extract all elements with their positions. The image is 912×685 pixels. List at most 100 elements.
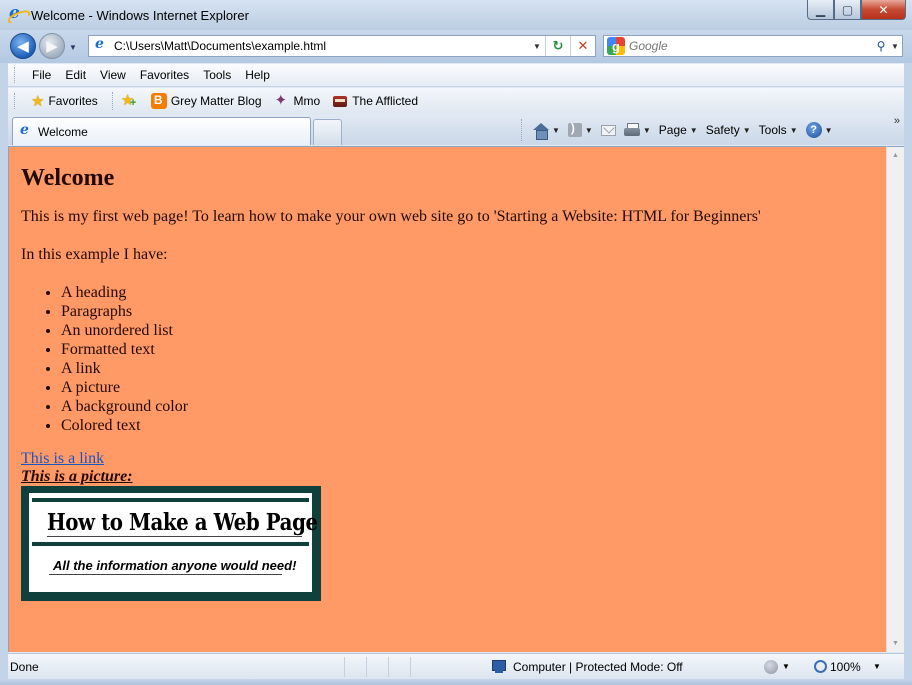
zoom-button[interactable]: 100% [814,660,861,674]
add-to-favorites-bar-icon[interactable]: ★ + [121,92,139,109]
home-button[interactable]: ▼ [533,122,560,140]
print-button[interactable]: ▼ [623,123,651,137]
favorite-link-label: The Afflicted [352,94,419,108]
command-bar-grip[interactable] [521,119,522,141]
search-options-dropdown-icon[interactable]: ▼ [888,42,902,51]
menu-help[interactable]: Help [238,68,277,82]
menu-file[interactable]: File [25,68,58,82]
scroll-track[interactable] [891,164,900,635]
example-paragraph: In this example I have: [21,246,168,263]
menu-bar: File Edit View Favorites Tools Help [8,64,904,87]
favorite-link-mmo[interactable]: Mmo [268,91,327,109]
mail-icon [600,124,616,136]
chevron-down-icon: ▼ [689,125,698,135]
list-item: A picture [61,378,886,397]
toolbar-grip[interactable] [14,67,17,83]
close-button[interactable]: ✕ [861,0,906,20]
read-mail-button[interactable] [600,124,616,136]
minimize-button[interactable]: ▁ [807,0,834,20]
favorite-link-grey-matter-blog[interactable]: Grey Matter Blog [145,93,268,109]
picture-headline: How to Make a Web Page [47,509,318,536]
status-bar: Done Computer | Protected Mode: Off ▼ 10… [8,653,904,679]
title-bar[interactable]: Welcome - Windows Internet Explorer ▁ ▢ … [0,0,912,30]
page-icon [94,36,108,53]
safety-menu-label: Safety [705,123,740,137]
picture-caption: This is a picture: [21,468,133,485]
navigation-bar: ◀ ▶ ▼ C:\Users\Matt\Documents\example.ht… [0,30,912,63]
security-zone-label: Computer | Protected Mode: Off [513,659,683,674]
globe-icon [764,659,778,674]
refresh-button[interactable]: ↻ [545,36,570,56]
help-menu-button[interactable]: ? ▼ [805,122,833,138]
feeds-button[interactable]: ▼ [567,121,593,137]
stop-button[interactable]: ✕ [570,36,595,56]
blogger-icon [150,93,167,109]
vertical-scrollbar[interactable]: ▲ ▼ [886,146,904,652]
menu-tools[interactable]: Tools [196,68,238,82]
favorites-separator [111,92,113,110]
status-divider [344,656,366,677]
favorites-button[interactable]: ★ Favorites [25,92,104,110]
maximize-button[interactable]: ▢ [834,0,861,20]
search-input[interactable] [629,39,874,53]
safety-menu-button[interactable]: Safety ▼ [706,123,751,137]
picture-tagline: All the information anyone would need! [53,558,297,573]
afflicted-icon [332,93,348,109]
window-title: Welcome - Windows Internet Explorer [31,7,249,23]
search-icon[interactable]: ⚲ [874,39,888,53]
page-menu-button[interactable]: Page ▼ [659,123,698,137]
picture-inner: How to Make a Web Page All the informati… [29,493,318,592]
window-left-border [0,63,8,679]
favorites-bar: ★ Favorites ★+ Grey Matter Blog Mmo The … [8,88,904,114]
window-controls: ▁ ▢ ✕ [807,0,906,20]
tab-welcome[interactable]: Welcome [12,117,311,145]
chevron-down-icon: ▼ [782,662,790,671]
page-icon [19,122,33,139]
list-item: An unordered list [61,321,886,340]
chevron-down-icon[interactable]: ▼ [552,126,560,135]
chevron-down-icon[interactable]: ▼ [585,126,593,135]
favorite-link-the-afflicted[interactable]: The Afflicted [326,93,424,109]
scroll-up-icon[interactable]: ▲ [887,147,904,164]
favorites-star-icon: ★ [31,93,45,110]
tools-menu-label: Tools [758,123,787,137]
intro-paragraph: This is my first web page! To learn how … [21,208,761,225]
zoom-icon [814,660,827,673]
favorite-link-label: Mmo [293,94,321,108]
list-item: A link [61,359,886,378]
menu-edit[interactable]: Edit [58,68,93,82]
protected-mode-button[interactable]: ▼ [764,659,790,674]
menu-favorites[interactable]: Favorites [133,68,196,82]
scroll-down-icon[interactable]: ▼ [887,635,904,652]
page-heading: Welcome [21,165,115,191]
toolbar-grip[interactable] [14,93,17,109]
forward-button[interactable]: ▶ [39,33,65,59]
list-item: Paragraphs [61,302,886,321]
printer-icon [623,123,640,137]
address-url[interactable]: C:\Users\Matt\Documents\example.html [114,39,529,53]
example-link[interactable]: This is a link [21,449,886,468]
zoom-dropdown-icon[interactable]: ▼ [873,662,881,671]
chevron-down-icon[interactable]: ▼ [643,126,651,135]
help-icon: ? [805,122,822,138]
tools-menu-button[interactable]: Tools ▼ [759,123,798,137]
chevron-down-icon: ▼ [742,125,751,135]
recent-pages-dropdown[interactable]: ▼ [69,43,77,52]
internet-explorer-icon [9,3,25,23]
address-bar[interactable]: C:\Users\Matt\Documents\example.html ▼ ↻… [88,35,596,57]
address-dropdown-icon[interactable]: ▼ [529,42,545,51]
picture-top-rule [32,498,309,502]
status-divider [366,656,388,677]
new-tab-button[interactable] [313,119,342,145]
search-box[interactable]: g ⚲ ▼ [603,35,903,57]
list-item: Colored text [61,416,886,435]
toolbar-overflow-icon[interactable]: » [894,115,900,127]
back-button[interactable]: ◀ [10,33,36,59]
window-right-border [904,63,912,679]
command-bar: ▼ ▼ ▼ Page ▼ Safety ▼ Tools ▼ ? ▼ [533,120,841,140]
page-menu-label: Page [658,123,687,137]
tab-label: Welcome [38,124,88,139]
menu-view[interactable]: View [93,68,133,82]
computer-icon [492,659,508,674]
security-zone[interactable]: Computer | Protected Mode: Off [492,659,683,674]
